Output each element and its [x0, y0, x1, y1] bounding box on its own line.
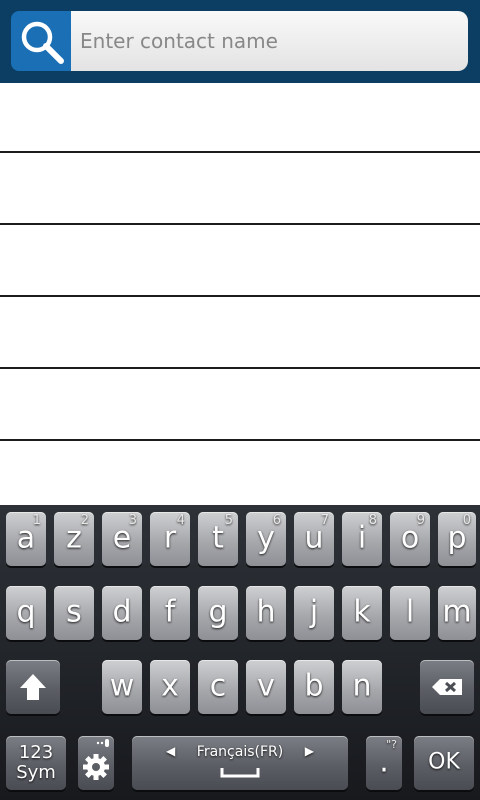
contact-list [0, 83, 480, 513]
list-item[interactable] [0, 443, 480, 513]
key-label: t [212, 520, 224, 556]
list-item[interactable] [0, 155, 480, 225]
search-icon [21, 21, 64, 64]
key-w[interactable]: w [102, 660, 142, 714]
key-e[interactable]: 3e [102, 512, 142, 566]
key-k[interactable]: k [342, 586, 382, 640]
key-label: x [161, 668, 179, 704]
sym-label-bottom: Sym [16, 762, 56, 783]
space-key[interactable]: ◀ Français(FR) ▶ [132, 736, 348, 790]
space-bar-icon [220, 768, 260, 778]
search-button[interactable] [11, 11, 73, 71]
key-g[interactable]: g [198, 586, 238, 640]
key-d[interactable]: d [102, 586, 142, 640]
backspace-key[interactable] [420, 660, 474, 714]
key-x[interactable]: x [150, 660, 190, 714]
key-i[interactable]: 8i [342, 512, 382, 566]
key-label: p [447, 520, 467, 556]
key-l[interactable]: l [390, 586, 430, 640]
list-item[interactable] [0, 371, 480, 441]
key-label: h [256, 594, 276, 630]
key-t[interactable]: 5t [198, 512, 238, 566]
key-r[interactable]: 4r [150, 512, 190, 566]
key-y[interactable]: 6y [246, 512, 286, 566]
soft-keyboard: 1a 2z 3e 4r 5t 6y 7u 8i 9o 0p q s d f g … [0, 505, 480, 800]
key-label: r [163, 520, 177, 556]
key-label: l [405, 594, 415, 630]
key-label: j [309, 594, 319, 630]
sym-key[interactable]: 123 Sym [6, 736, 66, 790]
key-m[interactable]: m [438, 586, 476, 640]
key-q[interactable]: q [6, 586, 46, 640]
list-item[interactable] [0, 83, 480, 153]
key-u[interactable]: 7u [294, 512, 334, 566]
key-label: s [66, 594, 82, 630]
key-s[interactable]: s [54, 586, 94, 640]
key-a[interactable]: 1a [6, 512, 46, 566]
key-z[interactable]: 2z [54, 512, 94, 566]
gear-icon [83, 754, 109, 780]
key-label: b [304, 668, 324, 704]
key-label: o [400, 520, 420, 556]
ok-key[interactable]: OK [414, 736, 474, 790]
contact-search-input[interactable] [71, 11, 468, 71]
key-label: y [257, 520, 275, 556]
key-f[interactable]: f [150, 586, 190, 640]
key-label: w [109, 668, 135, 704]
key-label: q [16, 594, 36, 630]
key-label: i [357, 520, 367, 556]
key-c[interactable]: c [198, 660, 238, 714]
key-label: m [442, 594, 472, 630]
key-b[interactable]: b [294, 660, 334, 714]
list-item[interactable] [0, 299, 480, 369]
period-label: . [379, 744, 389, 780]
list-item[interactable] [0, 227, 480, 297]
key-v[interactable]: v [246, 660, 286, 714]
sym-label-top: 123 [18, 742, 54, 763]
key-n[interactable]: n [342, 660, 382, 714]
key-label: v [257, 668, 275, 704]
search-bar [0, 0, 480, 83]
key-j[interactable]: j [294, 586, 334, 640]
key-label: g [208, 594, 228, 630]
backspace-icon [432, 679, 462, 695]
key-h[interactable]: h [246, 586, 286, 640]
key-o[interactable]: 9o [390, 512, 430, 566]
key-label: k [353, 594, 371, 630]
key-label: u [304, 520, 324, 556]
key-p[interactable]: 0p [438, 512, 476, 566]
ok-label: OK [428, 749, 460, 775]
key-label: e [112, 520, 132, 556]
settings-key[interactable] [78, 736, 114, 790]
key-label: a [16, 520, 36, 556]
key-label: z [66, 520, 82, 556]
shift-arrow-icon [20, 674, 46, 700]
period-key[interactable]: "? . [366, 736, 402, 790]
key-label: n [352, 668, 372, 704]
key-label: d [112, 594, 132, 630]
key-label: f [164, 594, 176, 630]
key-label: c [209, 668, 227, 704]
shift-key[interactable] [6, 660, 60, 714]
